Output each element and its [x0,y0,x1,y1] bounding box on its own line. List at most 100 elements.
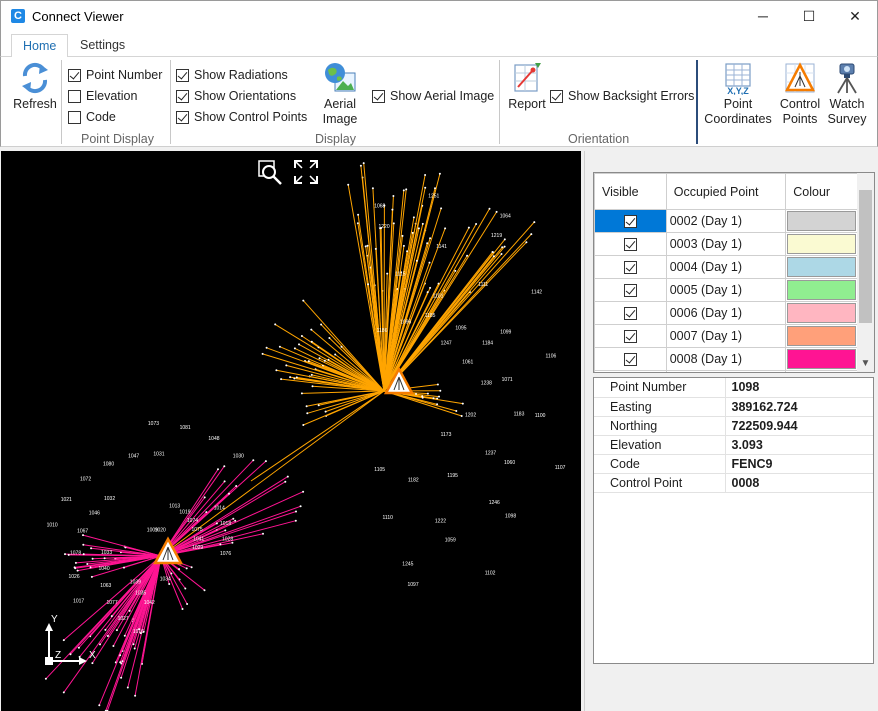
colour-cell[interactable] [785,370,858,373]
radiation-line [307,390,385,414]
visible-cell[interactable] [594,301,667,325]
colour-swatch[interactable] [787,257,856,277]
aerial-image-label-1: Aerial [324,97,356,111]
survey-viewport[interactable]: 1186 1185 1184 1183 1246 1245 1251 1247 1238 1237… [1,151,581,711]
minimize-button[interactable]: ─ [740,1,786,32]
point-number-label: 1040 [99,566,110,572]
visible-cell[interactable] [594,370,667,372]
visible-cell[interactable] [594,255,667,279]
colour-swatch[interactable] [787,303,856,323]
visible-checkbox[interactable] [623,307,637,321]
maximize-button[interactable]: ☐ [786,1,832,32]
point-number-label: 1106 [546,353,557,359]
survey-point [444,227,447,230]
survey-point [121,660,124,663]
colour-cell[interactable] [785,324,858,348]
survey-point [90,575,93,578]
occupied-points-table[interactable]: Visible Occupied Point Colour 0002 (Day … [593,172,875,373]
survey-point [185,567,188,570]
colour-cell[interactable] [785,278,858,302]
table-row[interactable]: 0002 (Day 1) [594,209,858,233]
visible-checkbox[interactable] [623,261,637,275]
visible-checkbox[interactable] [623,215,637,229]
point-number-label: 1077 [107,600,118,606]
visible-cell[interactable] [594,278,667,302]
table-row[interactable]: 0003 (Day 1) [594,232,858,256]
show-backsight-errors-checkbox[interactable]: Show Backsight Errors [550,89,694,103]
point-number-label: 1095 [455,325,466,331]
header-colour[interactable]: Colour [785,173,858,210]
survey-point [491,251,494,253]
survey-point [310,373,313,376]
visible-cell[interactable] [594,209,667,233]
table-row[interactable]: 0007 (Day 1) [594,324,858,348]
chevron-down-icon[interactable]: ▼ [857,355,874,372]
survey-point [302,424,305,426]
point-number-label: 1251 [428,193,439,199]
visible-cell[interactable] [594,232,667,256]
colour-cell[interactable] [785,209,858,233]
table-row[interactable]: 0008 (Day 1) [594,347,858,371]
colour-cell[interactable] [785,232,858,256]
visible-cell[interactable] [594,324,667,348]
elevation-checkbox[interactable]: Elevation [68,89,137,103]
checkbox-box [176,68,189,82]
show-control-points-checkbox[interactable]: Show Control Points [176,110,307,124]
colour-swatch[interactable] [787,234,856,254]
point-number-label: 1074 [187,518,198,524]
visible-checkbox[interactable] [623,330,637,344]
show-radiations-checkbox[interactable]: Show Radiations [176,68,288,82]
survey-point [274,323,277,326]
survey-point [284,480,287,483]
table-row[interactable]: 0006 (Day 1) [594,301,858,325]
visible-checkbox[interactable] [623,284,637,298]
code-checkbox[interactable]: Code [68,110,116,124]
visible-checkbox[interactable] [623,353,637,367]
point-number-label: 1101 [433,294,444,300]
colour-swatch[interactable] [787,349,856,369]
colour-cell[interactable] [785,301,858,325]
survey-point [224,529,227,532]
survey-plot[interactable]: 1186 1185 1184 1183 1246 1245 1251 1247 1238 1237… [1,151,581,711]
fullscreen-icon[interactable] [292,158,320,186]
show-aerial-image-checkbox[interactable]: Show Aerial Image [372,89,494,103]
report-button[interactable]: Report [506,61,548,112]
property-row: Elevation 3.093 [594,435,873,455]
point-number-checkbox[interactable]: Point Number [68,68,162,82]
colour-cell[interactable] [785,347,858,371]
point-number-label: 1034 [160,577,171,583]
colour-cell[interactable] [785,255,858,279]
aerial-image-button[interactable]: Aerial Image [319,61,361,127]
refresh-button[interactable]: Refresh [12,61,58,112]
survey-point [362,162,365,165]
colour-swatch[interactable] [787,326,856,346]
survey-point [305,405,308,408]
property-value: 389162.724 [725,397,873,417]
point-coordinates-button[interactable]: X,Y,Z Point Coordinates [703,61,773,127]
tab-home[interactable]: Home [11,34,69,58]
scrollbar-thumb[interactable] [859,190,872,323]
tab-settings[interactable]: Settings [69,34,136,58]
table-row[interactable]: 0005 (Day 1) [594,278,858,302]
show-orientations-checkbox[interactable]: Show Orientations [176,89,296,103]
visible-checkbox[interactable] [623,238,637,252]
control-points-button[interactable]: Control Points [777,61,823,127]
colour-swatch[interactable] [787,211,856,231]
colour-swatch[interactable] [787,372,856,373]
survey-point [300,392,303,395]
checkbox-box [68,68,81,82]
table-row[interactable]: 0009 (Day 1) [594,370,858,373]
header-occupied-point[interactable]: Occupied Point [665,173,787,210]
control-points-label-2: Points [782,112,818,126]
close-button[interactable]: ✕ [832,1,878,32]
point-number-label: 1097 [408,582,419,588]
survey-point [436,383,439,386]
table-row[interactable]: 0004 (Day 1) [594,255,858,279]
colour-swatch[interactable] [787,280,856,300]
watch-survey-button[interactable]: Watch Survey [824,61,870,127]
zoom-extents-icon[interactable] [256,158,284,186]
header-visible[interactable]: Visible [594,173,667,210]
table-scrollbar[interactable]: ▼ [857,173,874,372]
survey-point [133,647,136,650]
visible-cell[interactable] [594,347,667,371]
